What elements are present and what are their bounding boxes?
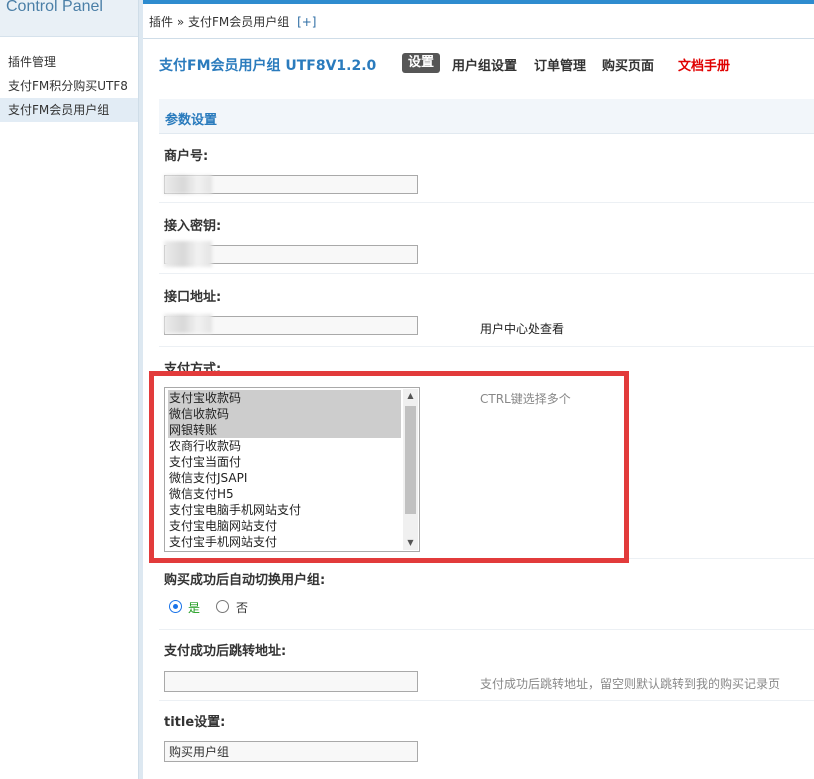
tab-docs-link[interactable]: 文档手册 — [678, 55, 730, 74]
brand-title: Control Panel — [6, 0, 103, 15]
redacted-mask — [164, 241, 212, 267]
tab-order-manage[interactable]: 订单管理 — [534, 55, 586, 74]
api-url-hint: 用户中心处查看 — [480, 322, 565, 336]
accent-strip — [143, 0, 814, 4]
auto-switch-yes-radio[interactable] — [169, 600, 182, 613]
annotation-highlight-box — [149, 371, 629, 563]
sidebar-menu: 插件管理 支付FM积分购买UTF8 支付FM会员用户组 — [0, 50, 138, 122]
auto-switch-row: 购买成功后自动切换用户组: 是 否 — [159, 559, 814, 630]
tab-settings[interactable]: 设置 — [402, 53, 441, 73]
auto-switch-yes-label[interactable]: 是 — [188, 599, 200, 616]
merchant-id-row: 商户号: — [159, 134, 814, 203]
sidebar-item-plugin-manage[interactable]: 插件管理 — [0, 50, 138, 74]
auto-switch-label: 购买成功后自动切换用户组: — [164, 573, 326, 588]
sidebar-item-member-group[interactable]: 支付FM会员用户组 — [0, 98, 138, 122]
redacted-mask — [164, 314, 212, 333]
redirect-url-row: 支付成功后跳转地址: 支付成功后跳转地址，留空则默认跳转到我的购买记录页 — [159, 630, 814, 701]
auto-switch-no-label[interactable]: 否 — [236, 599, 248, 616]
redirect-url-input[interactable] — [164, 671, 418, 692]
api-url-row: 接口地址: 用户中心处查看 — [159, 274, 814, 347]
breadcrumb-text: 插件 » 支付FM会员用户组 — [149, 15, 290, 29]
merchant-id-label: 商户号: — [164, 149, 209, 164]
api-url-label: 接口地址: — [164, 290, 222, 305]
add-shortcut-button[interactable]: [+] — [297, 15, 316, 29]
top-bar: 插件 » 支付FM会员用户组 [+] — [143, 0, 814, 39]
sidebar-item-points-purchase[interactable]: 支付FM积分购买UTF8 — [0, 74, 138, 98]
title-setting-label: title设置: — [164, 715, 226, 730]
title-setting-input[interactable] — [164, 741, 418, 762]
redacted-mask — [164, 175, 212, 194]
redirect-url-label: 支付成功后跳转地址: — [164, 644, 287, 659]
brand-header: Control Panel — [0, 0, 138, 37]
access-key-row: 接入密钥: — [159, 203, 814, 274]
tab-group-settings[interactable]: 用户组设置 — [452, 55, 517, 74]
redirect-url-hint: 支付成功后跳转地址，留空则默认跳转到我的购买记录页 — [480, 677, 781, 691]
plugin-title: 支付FM会员用户组 UTF8V1.2.0 — [159, 58, 377, 74]
auto-switch-no-radio[interactable] — [216, 600, 229, 613]
section-title: 参数设置 — [165, 113, 218, 128]
breadcrumb: 插件 » 支付FM会员用户组 [+] — [149, 13, 316, 30]
main-content: 支付FM会员用户组 UTF8V1.2.0 设置 用户组设置 订单管理 购买页面 … — [143, 39, 814, 779]
section-header: 参数设置 — [159, 99, 814, 134]
access-key-label: 接入密钥: — [164, 219, 222, 234]
title-setting-row: title设置: — [159, 701, 814, 779]
tab-buy-page[interactable]: 购买页面 — [602, 55, 654, 74]
sidebar: Control Panel 插件管理 支付FM积分购买UTF8 支付FM会员用户… — [0, 0, 139, 779]
